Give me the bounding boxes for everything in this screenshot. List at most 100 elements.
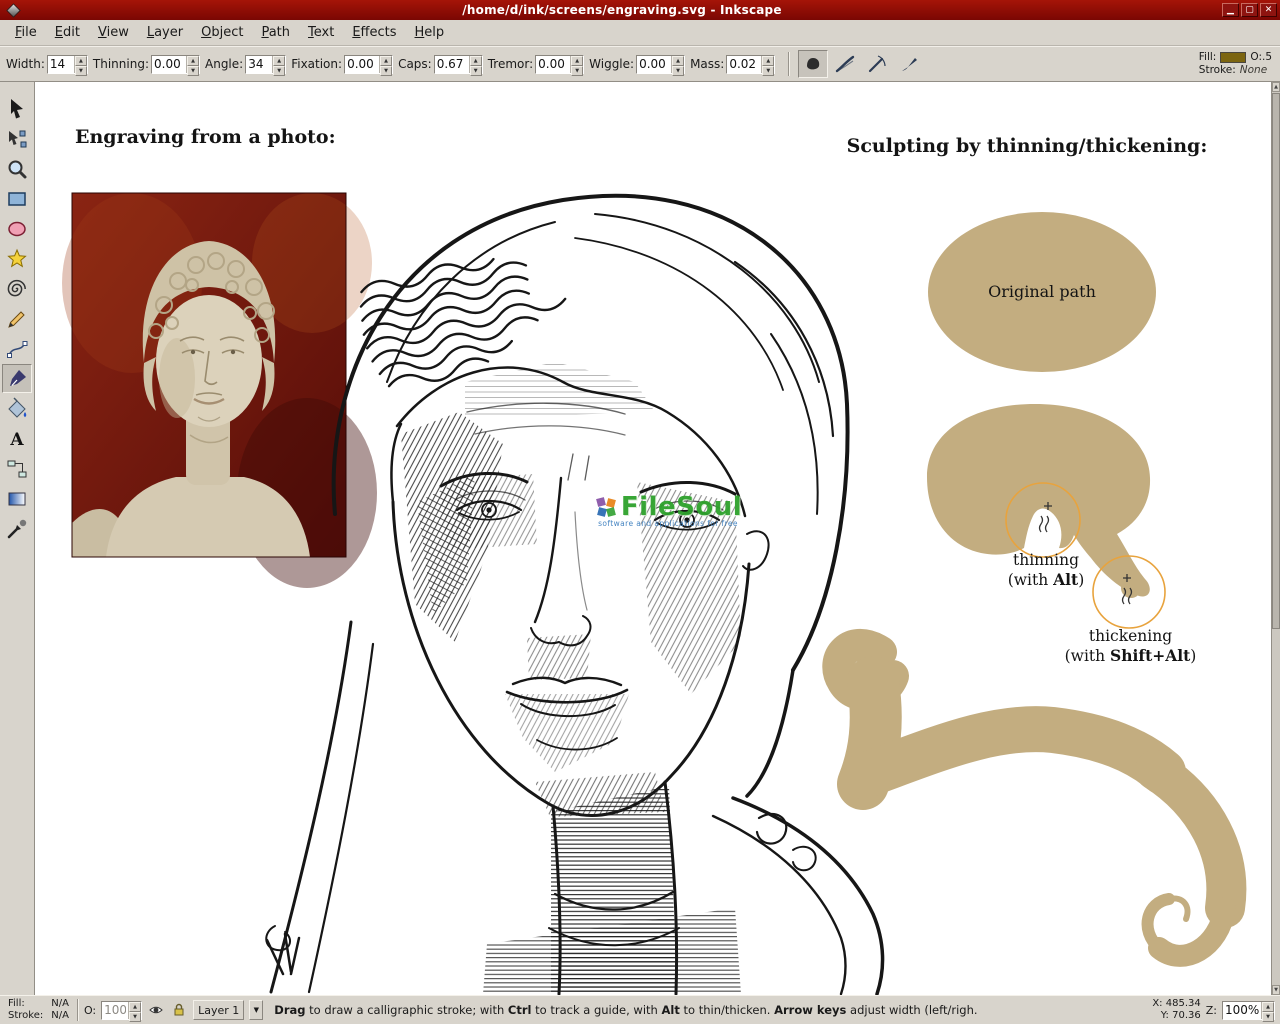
mass-spin-down[interactable]: ▼ — [762, 66, 774, 76]
spiral-icon — [5, 277, 29, 301]
maximize-button[interactable]: ▢ — [1241, 3, 1258, 17]
fill-stroke-indicator[interactable]: Fill: N/A Stroke: N/A — [5, 998, 72, 1022]
mass-input[interactable] — [727, 56, 761, 73]
tool-text[interactable]: A — [2, 424, 32, 453]
angle-spin-down[interactable]: ▼ — [273, 66, 285, 76]
layer-selector[interactable]: Layer 1 — [193, 1000, 244, 1020]
menu-file[interactable]: File — [6, 21, 46, 44]
tool-pencil[interactable] — [2, 304, 32, 333]
tool-style-indicator[interactable]: Fill: O:.5 Stroke: None — [1199, 51, 1274, 77]
tool-dropper[interactable] — [2, 514, 32, 543]
pen-icon — [5, 337, 29, 361]
thinning-input[interactable] — [152, 56, 186, 73]
fill-swatch[interactable] — [1220, 52, 1246, 63]
zoom-spin-down[interactable]: ▼ — [1262, 1012, 1274, 1022]
angle-spin-up[interactable]: ▲ — [273, 56, 285, 66]
tool-pen[interactable] — [2, 334, 32, 363]
tool-zoom[interactable] — [2, 154, 32, 183]
tool-defaults-button[interactable] — [894, 50, 924, 78]
filesoul-watermark: FileSoul software and applications for f… — [553, 492, 783, 528]
fixation-spin-down[interactable]: ▼ — [380, 66, 392, 76]
cursor-coordinates: X: 485.34 Y: 70.36 — [1152, 998, 1200, 1022]
layer-lock-toggle[interactable] — [170, 1001, 188, 1019]
layer-selector-dropdown[interactable]: ▼ — [249, 1000, 263, 1020]
zoom-spin-up[interactable]: ▲ — [1262, 1002, 1274, 1012]
fixation-spin-up[interactable]: ▲ — [380, 56, 392, 66]
scroll-up-arrow[interactable]: ▲ — [1272, 82, 1280, 92]
width-field: Width: ▲▼ — [6, 55, 88, 74]
angle-spinbox: ▲▼ — [245, 55, 286, 74]
tool-paint-bucket[interactable] — [2, 394, 32, 423]
tool-ellipse[interactable] — [2, 214, 32, 243]
scroll-down-arrow[interactable]: ▼ — [1272, 985, 1280, 995]
wiggle-field: Wiggle: ▲▼ — [589, 55, 685, 74]
menu-edit[interactable]: Edit — [46, 21, 89, 44]
titlebar[interactable]: /home/d/ink/screens/engraving.svg - Inks… — [0, 0, 1280, 20]
pencil-icon — [5, 307, 29, 331]
watermark-name: FileSoul — [621, 492, 742, 522]
mass-label: Mass: — [690, 57, 724, 71]
wiggle-spin-down[interactable]: ▼ — [672, 66, 684, 76]
tremor-spin-down[interactable]: ▼ — [571, 66, 583, 76]
tool-calligraphy[interactable] — [2, 364, 32, 393]
heading-sculpting: Sculpting by thinning/thickening: — [792, 135, 1262, 157]
scrollbar-track[interactable] — [1272, 92, 1280, 985]
zoom-input[interactable] — [1223, 1002, 1261, 1019]
caps-spin-up[interactable]: ▲ — [470, 56, 482, 66]
minimize-button[interactable]: ▁ — [1222, 3, 1239, 17]
menu-view[interactable]: View — [89, 21, 138, 44]
menu-help[interactable]: Help — [406, 21, 454, 44]
menu-layer[interactable]: Layer — [138, 21, 192, 44]
scrollbar-thumb[interactable] — [1272, 93, 1280, 629]
menu-object[interactable]: Object — [192, 21, 252, 44]
tool-spiral[interactable] — [2, 274, 32, 303]
width-spin-up[interactable]: ▲ — [75, 56, 87, 66]
menu-path[interactable]: Path — [252, 21, 299, 44]
vertical-scrollbar[interactable]: ▲ ▼ — [1271, 82, 1280, 995]
thinning-spin-up[interactable]: ▲ — [187, 56, 199, 66]
input-tilt-button[interactable] — [862, 50, 892, 78]
canvas[interactable]: Engraving from a photo: Sculpting by thi… — [35, 82, 1271, 995]
tremor-spin-up[interactable]: ▲ — [571, 56, 583, 66]
caps-input[interactable] — [435, 56, 469, 73]
angle-input[interactable] — [246, 56, 272, 73]
rectangle-icon — [5, 187, 29, 211]
original-path-label: Original path — [962, 282, 1122, 301]
document-artwork — [35, 82, 1271, 995]
thickening-label: thickening (with Shift+Alt) — [1043, 626, 1218, 666]
flourish-shape — [838, 645, 1226, 956]
wiggle-spin-up[interactable]: ▲ — [672, 56, 684, 66]
opacity-spin-up[interactable]: ▲ — [129, 1002, 141, 1012]
caps-label: Caps: — [398, 57, 432, 71]
fixation-input[interactable] — [345, 56, 379, 73]
tool-gradient[interactable] — [2, 484, 32, 513]
input-pressure-button[interactable] — [830, 50, 860, 78]
thinning-spin-down[interactable]: ▼ — [187, 66, 199, 76]
wiggle-input[interactable] — [637, 56, 671, 73]
lock-icon — [171, 1002, 187, 1018]
fixation-field: Fixation: ▲▼ — [291, 55, 393, 74]
mass-spin-up[interactable]: ▲ — [762, 56, 774, 66]
tool-star[interactable] — [2, 244, 32, 273]
menu-effects[interactable]: Effects — [343, 21, 405, 44]
caps-spin-down[interactable]: ▼ — [470, 66, 482, 76]
menu-text[interactable]: Text — [299, 21, 343, 44]
stroke-preset-toggle[interactable] — [798, 50, 828, 78]
filesoul-logo-icon — [594, 495, 618, 519]
tool-rectangle[interactable] — [2, 184, 32, 213]
layer-visibility-toggle[interactable] — [147, 1001, 165, 1019]
opacity-spin-down[interactable]: ▼ — [129, 1012, 141, 1022]
tool-node-editor[interactable] — [2, 124, 32, 153]
stroke-label: Stroke: — [1199, 64, 1236, 77]
opacity-input[interactable] — [102, 1002, 128, 1019]
fixation-label: Fixation: — [291, 57, 342, 71]
tool-selector[interactable] — [2, 94, 32, 123]
wiggle-label: Wiggle: — [589, 57, 634, 71]
tremor-input[interactable] — [536, 56, 570, 73]
tilt-pen-icon — [865, 52, 889, 76]
close-button[interactable]: ✕ — [1260, 3, 1277, 17]
mass-spinbox: ▲▼ — [726, 55, 775, 74]
tool-connector[interactable] — [2, 454, 32, 483]
width-spin-down[interactable]: ▼ — [75, 66, 87, 76]
width-input[interactable] — [48, 56, 74, 73]
